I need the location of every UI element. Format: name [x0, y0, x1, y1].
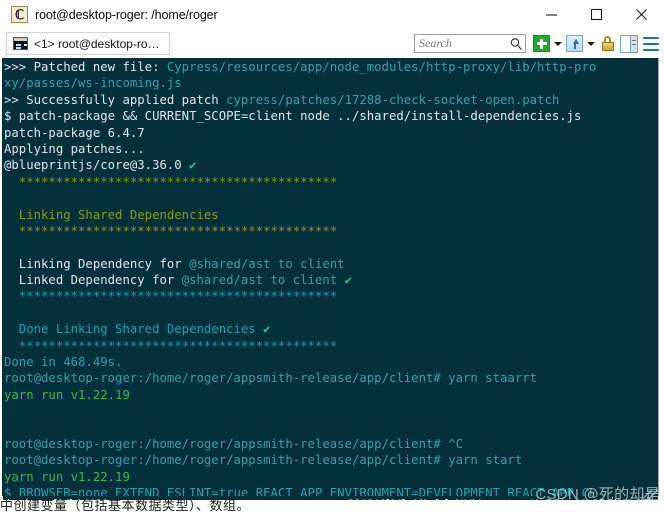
terminal-line: ****************************************… — [4, 174, 658, 190]
close-icon — [636, 9, 647, 20]
terminal-text: ****************************************… — [4, 174, 338, 189]
terminal-line: root@desktop-roger:/home/roger/appsmith-… — [4, 452, 658, 468]
terminal-text: >>> Patched new file: — [4, 60, 167, 74]
terminal-text: yarn run v1.22.19 — [4, 387, 130, 402]
search-icon[interactable] — [509, 37, 523, 51]
terminal-line: ****************************************… — [4, 338, 658, 354]
terminal-line: Done in 468.49s. — [4, 354, 658, 370]
terminal-line: xy/passes/ws-incoming.js — [4, 75, 658, 91]
hamburger-menu-icon — [643, 36, 659, 51]
terminal-line: $ patch-package && CURRENT_SCOPE=client … — [4, 108, 658, 124]
terminal-text: ✔ — [344, 273, 352, 288]
terminal-line: Linking Dependency for @shared/ast to cl… — [4, 256, 658, 272]
terminal-text: Cypress/resources/app/node_modules/http-… — [166, 60, 597, 74]
window-layout-button[interactable] — [565, 34, 584, 53]
terminal-line: yarn run v1.22.19 — [4, 387, 658, 403]
terminal-text: root@desktop-roger:/home/roger/appsmith-… — [4, 436, 464, 451]
terminal-line: ****************************************… — [4, 288, 658, 304]
chevron-down-icon — [587, 41, 595, 46]
terminal-text: @shared/ast to client — [189, 256, 345, 271]
split-panel-icon — [619, 34, 638, 53]
tab-session-1[interactable]: <1> root@desktop-ro… — [6, 32, 170, 55]
title-bar: ℂ root@desktop-roger: /home/roger — [0, 0, 664, 29]
terminal-text: Done in 468.49s. — [4, 355, 123, 370]
close-button[interactable] — [619, 0, 664, 29]
terminal-text: root@desktop-roger:/home/roger/appsmith-… — [4, 371, 538, 386]
window-controls — [529, 0, 664, 29]
terminal-text: ****************************************… — [4, 338, 338, 353]
background-page-text: 中创建变量（包括基本数据类型）、数组。 — [0, 500, 251, 514]
minimize-button[interactable] — [529, 0, 574, 29]
terminal-text: ✔ — [189, 158, 197, 173]
app-icon: ℂ — [11, 6, 28, 23]
new-session-dropdown[interactable] — [552, 34, 564, 53]
terminal-output: >>> Patched new file: Cypress/resources/… — [4, 59, 658, 496]
terminal-line: patch-package 6.4.7 — [4, 125, 658, 141]
terminal-line: yarn run v1.22.19 — [4, 469, 658, 485]
terminal-text: root@desktop-roger:/home/roger/appsmith-… — [4, 453, 523, 468]
window-title: root@desktop-roger: /home/roger — [35, 7, 218, 22]
tab-toolbar: <1> root@desktop-ro… — [0, 29, 664, 58]
terminal-area: >>> Patched new file: Cypress/resources/… — [0, 58, 664, 496]
toolbar-actions — [414, 29, 660, 58]
tab-label: <1> root@desktop-ro… — [34, 36, 160, 51]
terminal-line: root@desktop-roger:/home/roger/appsmith-… — [4, 370, 658, 386]
terminal-text: >> Successfully applied patch — [4, 92, 227, 107]
terminal-screen[interactable]: >>> Patched new file: Cypress/resources/… — [2, 58, 659, 496]
terminal-line: >> Successfully applied patch cypress/pa… — [4, 92, 658, 108]
terminal-window: ℂ root@desktop-roger: /home/roger <1> ro… — [0, 0, 664, 514]
terminal-text: Linking Shared Dependencies — [4, 207, 219, 222]
terminal-line: ****************************************… — [4, 223, 658, 239]
terminal-text: ****************************************… — [4, 289, 338, 304]
terminal-text: Linking Dependency for — [4, 256, 190, 271]
terminal-text: @blueprintjs/core@3.36.0 — [4, 158, 190, 173]
chevron-down-icon — [554, 41, 562, 46]
terminal-text: @shared/ast to client — [181, 273, 345, 288]
terminal-line: Linking Shared Dependencies — [4, 207, 658, 223]
window-layout-dropdown[interactable] — [585, 34, 597, 53]
terminal-text: Linked Dependency for — [4, 273, 182, 288]
maximize-button[interactable] — [574, 0, 619, 29]
terminal-text: $ patch-package && CURRENT_SCOPE=client … — [4, 109, 582, 124]
terminal-text: xy/passes/ws-incoming.js — [4, 76, 182, 91]
terminal-text: ****************************************… — [4, 223, 338, 238]
terminal-text: ✔ — [263, 322, 271, 337]
plus-icon — [533, 35, 550, 52]
toggle-panel-button[interactable] — [619, 34, 638, 53]
terminal-line: >>> Patched new file: Cypress/resources/… — [4, 59, 658, 75]
terminal-text: cypress/patches/17288-check-socket-open.… — [226, 92, 560, 107]
background-page-strip: 中创建变量（包括基本数据类型）、数组。 — [0, 500, 664, 514]
search-box[interactable] — [414, 34, 526, 53]
terminal-line: root@desktop-roger:/home/roger/appsmith-… — [4, 436, 658, 452]
terminal-line: Applying patches... — [4, 141, 658, 157]
window-icon — [566, 35, 583, 52]
terminal-line: Done Linking Shared Dependencies ✔ — [4, 321, 658, 337]
maximize-icon — [590, 8, 603, 21]
terminal-line: @blueprintjs/core@3.36.0 ✔ — [4, 157, 658, 173]
terminal-line: Linked Dependency for @shared/ast to cli… — [4, 272, 658, 288]
menu-button[interactable] — [640, 34, 659, 53]
terminal-text: yarn run v1.22.19 — [4, 469, 130, 484]
terminal-text: Applying patches... — [4, 141, 145, 156]
terminal-text: Done Linking Shared Dependencies — [4, 322, 264, 337]
terminal-icon — [13, 37, 28, 50]
terminal-text: patch-package 6.4.7 — [4, 125, 145, 140]
lock-icon — [601, 36, 614, 51]
new-session-button[interactable] — [532, 34, 551, 53]
terminal-line: $ BROWSER=none EXTEND_ESLINT=true REACT_… — [4, 485, 658, 496]
lock-button[interactable] — [598, 34, 617, 53]
minimize-icon — [546, 14, 557, 16]
terminal-text: $ BROWSER=none EXTEND_ESLINT=true REACT_… — [4, 486, 597, 496]
search-input[interactable] — [419, 36, 509, 51]
